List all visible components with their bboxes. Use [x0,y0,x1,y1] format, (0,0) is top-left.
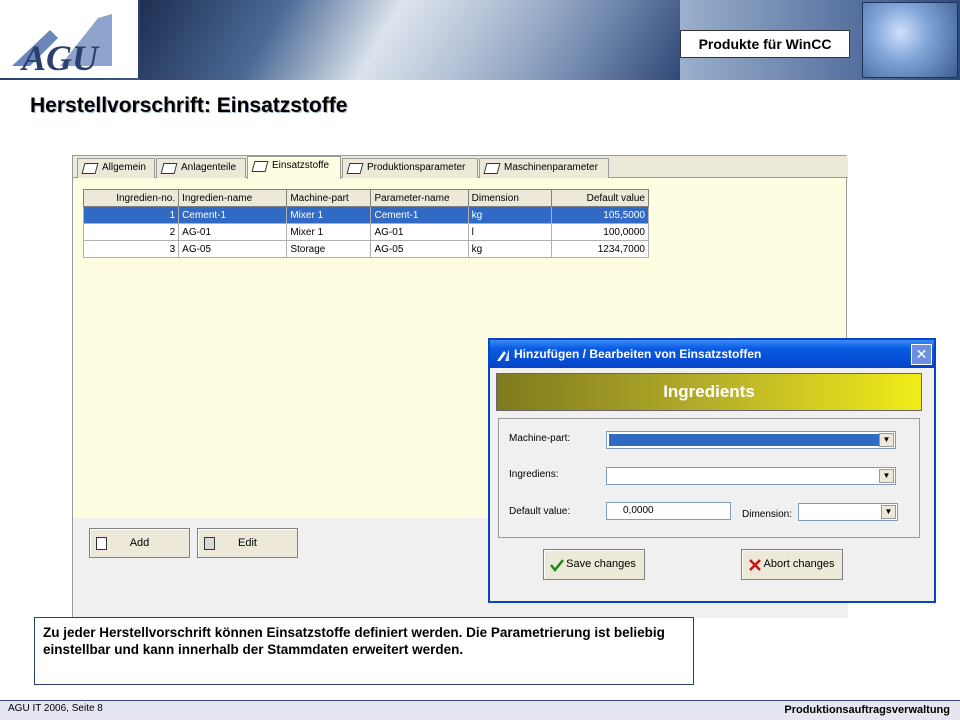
default-value-field[interactable]: 0,0000 [606,502,731,520]
dialog-title: Hinzufügen / Bearbeiten von Einsatzstoff… [490,340,934,368]
cell: 2 [82,223,180,241]
ingredient-dialog: Hinzufügen / Bearbeiten von Einsatzstoff… [488,338,936,603]
tab-bar: Allgemein Anlagenteile Einsatzstoffe Pro… [73,156,848,179]
abort-changes-button[interactable]: Abort changes [741,549,843,580]
book-icon [160,163,178,174]
close-button[interactable]: ✕ [911,344,932,365]
default-value-label: Default value: [509,506,571,517]
footer: AGU IT 2006, Seite 8 Produktionsauftrags… [0,700,960,720]
tab-label: Produktionsparameter [367,162,466,173]
cell: AG-05 [178,240,288,258]
column-header[interactable]: Machine-part [286,189,372,207]
open-book-icon [251,161,269,172]
svg-text:AGU: AGU [20,38,100,78]
table-row[interactable]: 3 AG-05 Storage AG-05 kg 1234,7000 [82,240,650,258]
add-button[interactable]: Add [89,528,190,558]
app-icon [497,349,509,361]
column-header[interactable]: Ingredien-name [178,189,288,207]
molecule-image [862,2,958,78]
book-icon [346,163,364,174]
column-header[interactable]: Default value [550,189,650,207]
cell: 1234,7000 [550,240,650,258]
table-row[interactable]: 1 Cement-1 Mixer 1 Cement-1 kg 105,5000 [82,206,650,224]
cell: 105,5000 [550,206,650,224]
cell: Mixer 1 [286,223,372,241]
tab-label: Allgemein [102,162,146,173]
cell: Cement-1 [370,206,469,224]
cell: Mixer 1 [286,206,372,224]
cell: Cement-1 [178,206,288,224]
edit-button-label: Edit [238,537,257,549]
ingrediens-select[interactable]: ▼ [606,467,896,485]
edit-button[interactable]: Edit [197,528,298,558]
tab-maschinenparameter[interactable]: Maschinenparameter [479,158,609,178]
chevron-down-icon[interactable]: ▼ [879,433,894,447]
tab-label: Anlagenteile [181,162,237,173]
tab-anlagenteile[interactable]: Anlagenteile [156,158,246,178]
chevron-down-icon[interactable]: ▼ [879,469,894,483]
ingredients-table: Ingredien-no. Ingredien-name Machine-par… [82,189,650,258]
caption-text: Zu jeder Herstellvorschrift können Einsa… [34,617,694,685]
column-header[interactable]: Ingredien-no. [82,189,180,207]
abort-changes-label: Abort changes [763,558,835,570]
agu-logo: AGU [0,0,140,78]
cell: AG-01 [178,223,288,241]
selection-highlight [609,434,879,446]
book-icon [483,163,501,174]
cell: 3 [82,240,180,258]
footer-page-info: AGU IT 2006, Seite 8 [8,703,103,714]
cell: l [467,223,552,241]
table-row[interactable]: 2 AG-01 Mixer 1 AG-01 l 100,0000 [82,223,650,241]
banner-photo [140,0,680,80]
dimension-label: Dimension: [742,509,793,520]
cell: AG-05 [370,240,469,258]
book-icon [81,163,99,174]
cell: 1 [82,206,180,224]
cell: kg [467,206,552,224]
machine-part-select[interactable]: ▼ [606,431,896,449]
page-title: Herstellvorschrift: Einsatzstoffe [30,94,348,117]
cell: kg [467,240,552,258]
tab-label: Einsatzstoffe [272,160,330,171]
add-button-label: Add [129,537,150,549]
cell: AG-01 [370,223,469,241]
column-header[interactable]: Dimension [467,189,552,207]
table-header-row: Ingredien-no. Ingredien-name Machine-par… [82,189,650,207]
agu-logo-icon: AGU [12,14,112,78]
dimension-select[interactable]: ▼ [798,503,898,521]
footer-section-title: Produktionsauftragsverwaltung [784,704,950,716]
ingrediens-label: Ingrediens: [509,469,559,480]
ingredients-banner: Ingredients [496,373,922,411]
form-group: Machine-part: ▼ Ingrediens: ▼ Default va… [498,418,920,538]
chevron-down-icon[interactable]: ▼ [881,505,896,519]
product-badge: Produkte für WinCC [680,30,850,58]
tab-label: Maschinenparameter [504,162,598,173]
save-changes-button[interactable]: Save changes [543,549,645,580]
column-header[interactable]: Parameter-name [370,189,469,207]
cell: Storage [286,240,372,258]
tab-allgemein[interactable]: Allgemein [77,158,155,178]
cell: 100,0000 [550,223,650,241]
tab-produktionsparameter[interactable]: Produktionsparameter [342,158,478,178]
tab-einsatzstoffe[interactable]: Einsatzstoffe [247,156,341,179]
machine-part-label: Machine-part: [509,433,571,444]
save-changes-label: Save changes [566,558,636,570]
